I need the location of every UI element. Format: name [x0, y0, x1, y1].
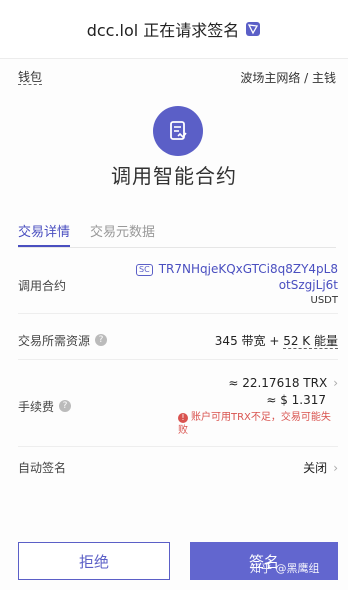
insufficient-trx-warning: ! 账户可用TRX不足，交易可能失败 [178, 411, 338, 437]
resources-energy[interactable]: 52 K 能量 [283, 333, 338, 349]
auto-sign-label: 自动签名 [18, 460, 67, 475]
reject-button[interactable]: 拒绝 [18, 542, 170, 580]
contract-row: 调用合约 SC TR7NHqjeKQxGTCi8q8ZY4pL8 otSzgjLj… [18, 257, 338, 314]
wallet-link[interactable]: 钱包 [18, 70, 43, 85]
auto-sign-row: 自动签名 关闭 › [18, 452, 338, 482]
contract-document-icon [153, 106, 203, 156]
fee-trx: ≈ 22.17618 TRX [228, 376, 328, 390]
contract-address-line2[interactable]: otSzgjLj6t [136, 277, 338, 293]
network-label: 波场主网络 / 主钱 [240, 70, 336, 85]
resources-row: 交易所需资源 ? 345 带宽 + 52 K 能量 [18, 321, 338, 360]
detail-tabs: 交易详情 交易元数据 [18, 217, 336, 248]
request-header: dcc.lol 正在请求签名 [0, 0, 348, 59]
help-icon[interactable]: ? [95, 334, 108, 346]
contract-value: SC TR7NHqjeKQxGTCi8q8ZY4pL8 otSzgjLj6t US… [136, 261, 338, 309]
help-icon[interactable]: ? [59, 400, 72, 412]
tab-transaction-metadata[interactable]: 交易元数据 [90, 217, 155, 245]
tab-transaction-details[interactable]: 交易详情 [18, 217, 71, 247]
fee-row: 手续费 ? ≈ 22.17618 TRX › ≈ $ 1.317 ! 账户可用TRX… [18, 366, 338, 447]
fee-label: 手续费 ? [18, 398, 72, 415]
resources-value: 345 带宽 + 52 K 能量 [215, 332, 338, 349]
contract-address-line1[interactable]: TR7NHqjeKQxGTCi8q8ZY4pL8 [159, 262, 338, 276]
action-title: 调用智能合约 [111, 164, 237, 188]
tronlink-logo-icon [246, 22, 261, 36]
resources-label-text: 交易所需资源 [18, 333, 91, 348]
fee-label-text: 手续费 [18, 399, 55, 414]
top-bar: 钱包 波场主网络 / 主钱 [18, 68, 336, 86]
warning-text: 账户可用TRX不足，交易可能失败 [178, 412, 331, 436]
warning-icon: ! [178, 413, 188, 423]
chevron-right-icon: › [333, 460, 338, 475]
contract-token: USDT [310, 295, 338, 306]
contract-label: 调用合约 [18, 278, 67, 293]
fee-value[interactable]: ≈ 22.17618 TRX › ≈ $ 1.317 ! 账户可用TRX不足，交易可… [178, 375, 338, 437]
request-title: dcc.lol 正在请求签名 [86, 21, 240, 40]
resources-bandwidth: 345 带宽 + [214, 333, 280, 348]
resources-label: 交易所需资源 ? [18, 332, 108, 349]
chevron-right-icon: › [333, 376, 338, 390]
auto-sign-value[interactable]: 关闭 › [303, 459, 338, 476]
smart-contract-badge: SC [136, 264, 153, 276]
fee-usd: ≈ $ 1.317 [266, 393, 326, 407]
watermark-text: 知乎 @黑鹰组 [250, 562, 320, 575]
auto-sign-state: 关闭 [303, 460, 328, 475]
